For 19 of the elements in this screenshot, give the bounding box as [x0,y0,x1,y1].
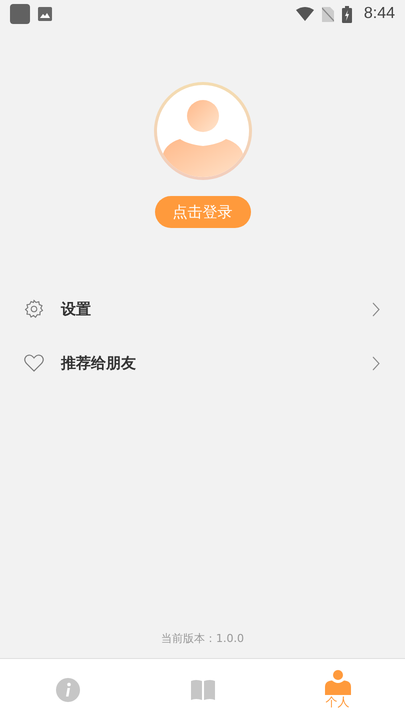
no-sim-icon [322,6,334,22]
wifi-icon [296,7,314,21]
menu-label: 推荐给朋友 [61,354,137,372]
settings-icon [24,299,44,319]
menu-item[interactable]: 设置 [0,282,405,336]
status-time: 8:44 [364,5,395,23]
menu-label: 设置 [61,300,92,318]
person-icon [324,670,352,695]
info-icon [56,678,80,702]
chevron-right-icon [372,356,380,370]
version-text: 当前版本：1.0.0 [160,631,245,647]
avatar-icon [152,80,254,182]
app-notification-icon [10,4,30,24]
chevron-right-icon [372,302,380,316]
book-icon [190,678,216,702]
battery-charging-icon [342,6,352,22]
heart-icon [24,354,44,372]
menu-item[interactable]: 推荐给朋友 [0,336,405,390]
image-icon [38,7,52,21]
